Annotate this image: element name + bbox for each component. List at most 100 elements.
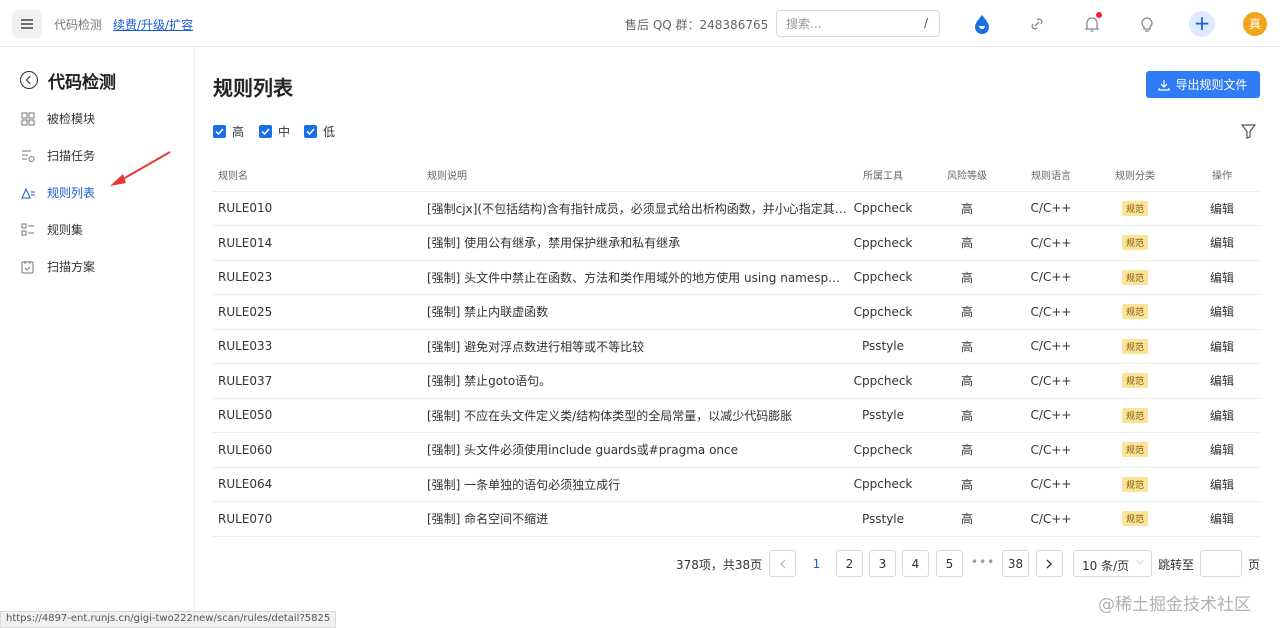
- edit-link[interactable]: 编辑: [1183, 225, 1261, 261]
- pagination-total: 378项，共38页: [676, 558, 763, 572]
- edit-link[interactable]: 编辑: [1183, 329, 1261, 364]
- column-header[interactable]: 所属工具: [847, 158, 919, 192]
- checkbox-checked-icon: [213, 125, 226, 138]
- column-header[interactable]: 规则说明: [421, 158, 847, 192]
- chevron-right-icon: [1046, 559, 1052, 568]
- language-cell: C/C++: [1015, 501, 1087, 537]
- tool-cell: Psstyle: [847, 501, 919, 537]
- prev-page-button[interactable]: [769, 550, 796, 577]
- category-tag: 规范: [1121, 200, 1148, 216]
- table-row[interactable]: RULE023 [强制] 头文件中禁止在函数、方法和类作用域外的地方使用 usi…: [212, 260, 1261, 295]
- sidebar-item-scan-plans[interactable]: 扫描方案: [0, 252, 195, 282]
- rule-name-cell: RULE050: [212, 398, 421, 433]
- search-input[interactable]: [777, 11, 897, 36]
- tool-cell: Cppcheck: [847, 260, 919, 295]
- rule-description-cell: [强制] 一条单独的语句必须独立成行: [421, 467, 847, 502]
- language-cell: C/C++: [1015, 260, 1087, 295]
- app-title: 代码检测: [54, 18, 103, 32]
- lightbulb-icon[interactable]: [1135, 12, 1159, 36]
- sidebar-item-modules[interactable]: 被检模块: [0, 104, 195, 134]
- renew-upgrade-link[interactable]: 续费/升级/扩容: [113, 16, 193, 33]
- category-tag: 规范: [1121, 235, 1148, 251]
- checkbox-checked-icon: [259, 125, 272, 138]
- page-size-select[interactable]: 10 条/页 ⌵: [1073, 550, 1152, 577]
- tool-cell: Cppcheck: [847, 467, 919, 502]
- jump-to-page-input[interactable]: [1200, 550, 1242, 577]
- rule-description-cell: [强制] 禁止内联虚函数: [421, 294, 847, 330]
- page-button[interactable]: 3: [869, 550, 896, 577]
- category-cell: 规范: [1087, 191, 1183, 226]
- page-button[interactable]: 4: [902, 550, 929, 577]
- filter-low-checkbox[interactable]: 低: [304, 123, 335, 140]
- export-rules-button[interactable]: 导出规则文件: [1146, 71, 1260, 98]
- category-tag: 规范: [1121, 338, 1148, 354]
- page-title: 规则列表: [213, 76, 293, 100]
- risk-level-cell: 高: [919, 432, 1015, 468]
- link-icon[interactable]: [1025, 12, 1049, 36]
- language-cell: C/C++: [1015, 467, 1087, 502]
- risk-level-cell: 高: [919, 398, 1015, 433]
- filter-funnel-icon[interactable]: [1241, 124, 1256, 139]
- sidebar-item-rule-sets[interactable]: 规则集: [0, 215, 195, 245]
- add-button[interactable]: +: [1189, 11, 1215, 37]
- column-header[interactable]: 规则分类: [1087, 158, 1183, 192]
- rule-description-cell: [强制] 头文件中禁止在函数、方法和类作用域外的地方使用 using names…: [421, 260, 847, 295]
- edit-link[interactable]: 编辑: [1183, 294, 1261, 330]
- sidebar-item-label: 扫描方案: [47, 260, 96, 274]
- back-arrow-icon[interactable]: [20, 71, 38, 89]
- menu-toggle-button[interactable]: [12, 10, 42, 38]
- next-page-button[interactable]: [1036, 550, 1063, 577]
- rule-name-cell: RULE064: [212, 467, 421, 502]
- risk-level-cell: 高: [919, 329, 1015, 364]
- table-row[interactable]: RULE037 [强制] 禁止goto语句。 Cppcheck 高 C/C++ …: [212, 363, 1261, 399]
- language-cell: C/C++: [1015, 363, 1087, 399]
- filter-high-checkbox[interactable]: 高: [213, 123, 244, 140]
- column-header[interactable]: 操作: [1183, 158, 1261, 192]
- table-row[interactable]: RULE025 [强制] 禁止内联虚函数 Cppcheck 高 C/C++ 规范…: [212, 294, 1261, 330]
- edit-link[interactable]: 编辑: [1183, 260, 1261, 295]
- edit-link[interactable]: 编辑: [1183, 432, 1261, 468]
- rule-description-cell: [强制] 使用公有继承，禁用保护继承和私有继承: [421, 225, 847, 261]
- export-label: 导出规则文件: [1175, 78, 1248, 92]
- risk-level-cell: 高: [919, 260, 1015, 295]
- category-tag: 规范: [1121, 476, 1148, 492]
- table-row[interactable]: RULE014 [强制] 使用公有继承，禁用保护继承和私有继承 Cppcheck…: [212, 225, 1261, 261]
- edit-link[interactable]: 编辑: [1183, 191, 1261, 226]
- table-row[interactable]: RULE050 [强制] 不应在头文件定义类/结构体类型的全局常量，以减少代码膨…: [212, 398, 1261, 433]
- page-button-last[interactable]: 38: [1002, 550, 1029, 577]
- search-box[interactable]: /: [776, 10, 940, 37]
- pagination-ellipsis[interactable]: •••: [971, 555, 995, 569]
- category-tag: 规范: [1121, 269, 1148, 285]
- table-row[interactable]: RULE070 [强制] 命名空间不缩进 Psstyle 高 C/C++ 规范 …: [212, 501, 1261, 537]
- edit-link[interactable]: 编辑: [1183, 467, 1261, 502]
- edit-link[interactable]: 编辑: [1183, 398, 1261, 433]
- column-header[interactable]: 规则名: [212, 158, 421, 192]
- user-avatar[interactable]: 真: [1243, 12, 1267, 36]
- category-tag: 规范: [1121, 442, 1148, 458]
- category-cell: 规范: [1087, 398, 1183, 433]
- table-row[interactable]: RULE064 [强制] 一条单独的语句必须独立成行 Cppcheck 高 C/…: [212, 467, 1261, 502]
- language-cell: C/C++: [1015, 225, 1087, 261]
- qq-group-text: 售后 QQ 群：248386765: [625, 18, 769, 32]
- risk-level-cell: 高: [919, 191, 1015, 226]
- filter-medium-checkbox[interactable]: 中: [259, 123, 290, 140]
- column-header[interactable]: 风险等级: [919, 158, 1015, 192]
- table-row[interactable]: RULE060 [强制] 头文件必须使用include guards或#prag…: [212, 432, 1261, 468]
- rules-table: 规则名 规则说明 所属工具 风险等级 规则语言 规则分类 操作 RULE010 …: [212, 158, 1261, 537]
- task-list-icon: [22, 150, 35, 162]
- sidebar-item-label: 被检模块: [47, 112, 96, 126]
- risk-level-cell: 高: [919, 467, 1015, 502]
- page-button-current[interactable]: 1: [803, 550, 830, 577]
- edit-link[interactable]: 编辑: [1183, 363, 1261, 399]
- tool-cell: Psstyle: [847, 329, 919, 364]
- sidebar-item-label: 扫描任务: [47, 149, 96, 163]
- page-button[interactable]: 2: [836, 550, 863, 577]
- droplet-logo-icon[interactable]: [970, 12, 994, 36]
- edit-link[interactable]: 编辑: [1183, 501, 1261, 537]
- bell-icon[interactable]: [1080, 12, 1104, 36]
- column-header[interactable]: 规则语言: [1015, 158, 1087, 192]
- tool-cell: Cppcheck: [847, 225, 919, 261]
- page-button[interactable]: 5: [936, 550, 963, 577]
- table-row[interactable]: RULE010 [强制cjx](不包括结构)含有指针成员，必须显式给出析构函数，…: [212, 191, 1261, 226]
- table-row[interactable]: RULE033 [强制] 避免对浮点数进行相等或不等比较 Psstyle 高 C…: [212, 329, 1261, 364]
